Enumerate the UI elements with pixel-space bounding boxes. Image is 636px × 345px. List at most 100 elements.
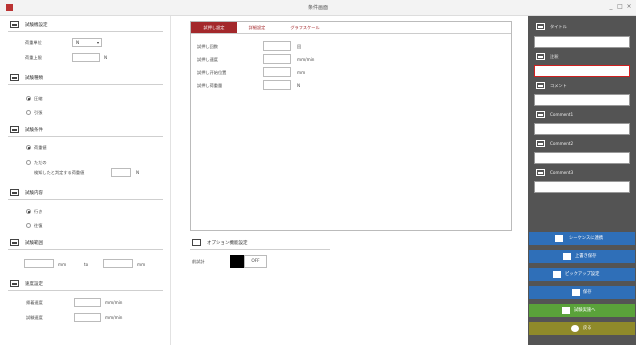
test-settings-header: 試験機設定 bbox=[8, 20, 163, 30]
settings-tab-panel: 試押し設定 詳細設定 グラフスケール 試押し回数 回 試押し速度 mm/min … bbox=[190, 21, 512, 231]
section-icon bbox=[10, 74, 19, 81]
press-speed-label: 試押し速度 bbox=[197, 57, 218, 62]
annotation-field-header: 注釈 bbox=[536, 52, 631, 62]
test-content-header: 試験内容 bbox=[8, 188, 163, 198]
radio-oneway-label: 行き bbox=[34, 209, 43, 214]
range-to-unit: mm bbox=[137, 262, 146, 267]
tab-underline bbox=[191, 33, 511, 34]
max-load-input[interactable] bbox=[72, 53, 100, 62]
comment1-field-header: Comment1 bbox=[536, 110, 631, 120]
divider bbox=[8, 136, 163, 137]
range-separator: to bbox=[84, 262, 89, 267]
overwrite-save-button[interactable]: 上書き保存 bbox=[529, 250, 635, 263]
radio-other-label: ただの bbox=[34, 160, 47, 165]
chevron-down-icon: ▾ bbox=[96, 40, 99, 45]
section-icon bbox=[536, 169, 545, 176]
comment2-field-header: Comment2 bbox=[536, 139, 631, 149]
press-start-input[interactable] bbox=[263, 67, 291, 77]
speed-settings-header: 速度設定 bbox=[8, 279, 163, 289]
press-load-unit: N bbox=[297, 83, 301, 88]
pretest-toggle[interactable] bbox=[230, 255, 244, 268]
press-load-input[interactable] bbox=[263, 80, 291, 90]
press-count-label: 試押し回数 bbox=[197, 44, 218, 49]
range-from-input[interactable] bbox=[24, 259, 54, 268]
go-test-button[interactable]: 試験実施へ bbox=[529, 304, 635, 317]
save-button[interactable]: 保存 bbox=[529, 286, 635, 299]
press-start-label: 試押し开始位置 bbox=[197, 70, 227, 75]
return-speed-unit: mm/min bbox=[105, 300, 123, 305]
comment-field-header: コメント bbox=[536, 81, 631, 91]
radio-oneway[interactable] bbox=[26, 209, 31, 214]
tab-press-settings[interactable]: 試押し設定 bbox=[191, 22, 237, 33]
pickup-settings-button[interactable]: ピックアップ設定 bbox=[529, 268, 635, 281]
max-load-unit: N bbox=[104, 55, 108, 60]
title-input[interactable] bbox=[534, 36, 630, 48]
return-speed-input[interactable] bbox=[74, 298, 101, 307]
back-arrow-icon bbox=[571, 325, 579, 332]
detect-load-label: 検知したと判定する荷重値 bbox=[34, 170, 85, 175]
back-button[interactable]: 戻る bbox=[529, 322, 635, 335]
comment3-input[interactable] bbox=[534, 181, 630, 193]
press-count-input[interactable] bbox=[263, 41, 291, 51]
section-icon bbox=[536, 82, 545, 89]
test-condition-header: 試験条件 bbox=[8, 125, 163, 135]
range-to-input[interactable] bbox=[103, 259, 133, 268]
radio-roundtrip[interactable] bbox=[26, 223, 31, 228]
section-icon bbox=[536, 53, 545, 60]
range-from-unit: mm bbox=[58, 262, 67, 267]
section-icon bbox=[536, 23, 545, 30]
window-title: 条件画面 bbox=[307, 5, 328, 11]
panel-divider bbox=[170, 16, 171, 345]
sequence-link-button[interactable]: シーケンスに連携 bbox=[529, 232, 635, 245]
title-bar: 条件画面 _ □ × bbox=[0, 0, 636, 16]
divider bbox=[8, 31, 163, 32]
divider bbox=[190, 249, 330, 250]
comment1-input[interactable] bbox=[534, 123, 630, 135]
press-count-unit: 回 bbox=[297, 44, 302, 49]
radio-compress[interactable] bbox=[26, 96, 31, 101]
press-speed-unit: mm/min bbox=[297, 57, 315, 62]
comment2-input[interactable] bbox=[534, 152, 630, 164]
section-icon bbox=[192, 239, 201, 246]
divider bbox=[8, 199, 163, 200]
section-icon bbox=[536, 140, 545, 147]
radio-tension-label: 引張 bbox=[34, 110, 43, 115]
minimize-button[interactable]: _ bbox=[607, 3, 615, 10]
section-icon bbox=[536, 111, 545, 118]
test-mode-header: 試験種類 bbox=[8, 73, 163, 83]
divider bbox=[8, 84, 163, 85]
annotation-input[interactable] bbox=[534, 65, 630, 77]
section-icon bbox=[10, 239, 19, 246]
max-load-label: 荷重上限 bbox=[25, 55, 42, 60]
load-unit-label: 荷重単位 bbox=[25, 40, 42, 45]
left-settings-panel: 試験機設定 荷重単位 N ▾ 荷重上限 N 試験種類 圧縮 引張 試験条件 荷重… bbox=[0, 16, 170, 345]
pickup-icon bbox=[553, 271, 561, 278]
load-unit-select[interactable]: N ▾ bbox=[72, 38, 102, 47]
radio-tension[interactable] bbox=[26, 110, 31, 115]
press-start-unit: mm bbox=[297, 70, 306, 75]
tab-detail-settings[interactable]: 詳細設定 bbox=[237, 22, 277, 33]
section-icon bbox=[10, 280, 19, 287]
test-range-header: 試験範囲 bbox=[8, 238, 163, 248]
title-field-header: タイトル bbox=[536, 22, 631, 32]
section-icon bbox=[10, 126, 19, 133]
detect-load-input[interactable] bbox=[111, 168, 131, 177]
options-header: オプション機能設定 bbox=[190, 238, 330, 248]
test-speed-label: 試験速度 bbox=[26, 315, 43, 320]
tab-graph-scale[interactable]: グラフスケール bbox=[279, 22, 331, 33]
pretest-toggle-state[interactable]: OFF bbox=[244, 255, 267, 268]
radio-load-value[interactable] bbox=[26, 145, 31, 150]
comment-input[interactable] bbox=[534, 94, 630, 106]
maximize-button[interactable]: □ bbox=[616, 3, 624, 10]
section-icon bbox=[10, 189, 19, 196]
detect-load-unit: N bbox=[136, 170, 140, 175]
radio-other[interactable] bbox=[26, 160, 31, 165]
close-button[interactable]: × bbox=[625, 3, 633, 10]
return-speed-label: 帰着速度 bbox=[26, 300, 43, 305]
radio-load-value-label: 荷重値 bbox=[34, 145, 47, 150]
test-speed-input[interactable] bbox=[74, 313, 101, 322]
press-load-label: 試押し荷重量 bbox=[197, 83, 223, 88]
press-speed-input[interactable] bbox=[263, 54, 291, 64]
test-speed-unit: mm/min bbox=[105, 315, 123, 320]
comment3-field-header: Comment3 bbox=[536, 168, 631, 178]
